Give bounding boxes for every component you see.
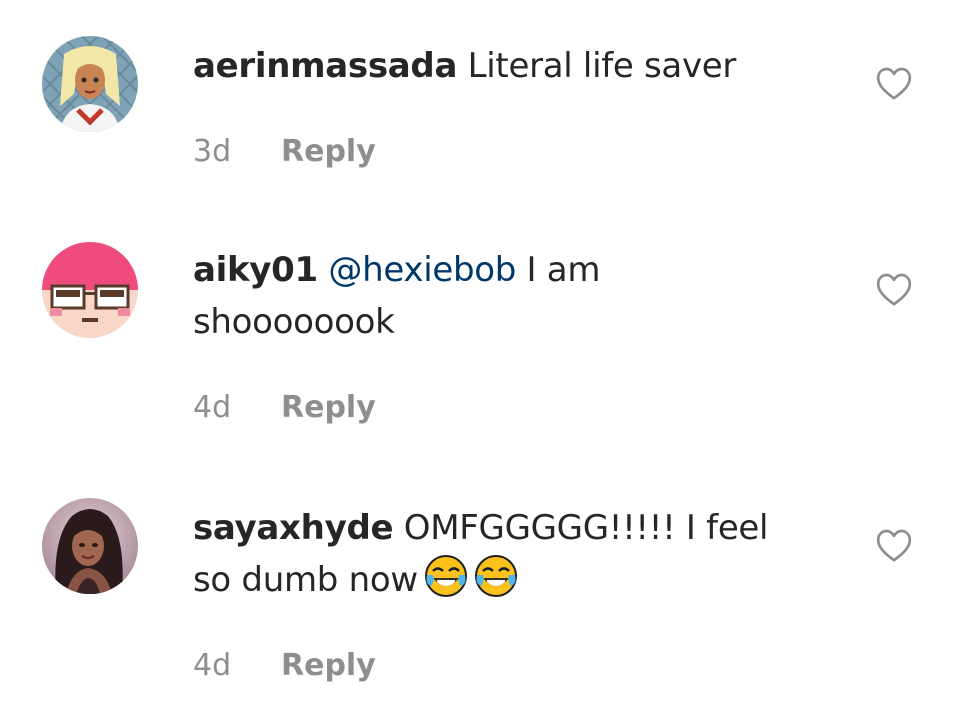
reply-button[interactable]: Reply — [281, 134, 376, 169]
avatar[interactable] — [42, 36, 138, 132]
face-with-tears-of-joy-emoji — [424, 554, 468, 598]
like-button[interactable] — [874, 526, 914, 566]
photo-portrait-avatar — [42, 498, 138, 594]
reply-button[interactable]: Reply — [281, 390, 376, 425]
comment-meta: 4d Reply — [193, 646, 376, 686]
face-with-tears-of-joy-emoji — [474, 554, 518, 598]
heart-outline-icon — [876, 529, 912, 562]
heart-outline-icon — [876, 67, 912, 100]
comment-timestamp[interactable]: 4d — [193, 388, 281, 428]
cartoon-blonde-avatar — [42, 36, 138, 132]
comment-body: aiky01 @hexiebob I am shoooooook — [193, 244, 653, 348]
comment-meta: 4d Reply — [193, 388, 376, 428]
comment-timestamp[interactable]: 4d — [193, 646, 281, 686]
pink-pixel-glasses-avatar — [42, 242, 138, 338]
comment-meta: 3d Reply — [193, 132, 376, 172]
comment-timestamp[interactable]: 3d — [193, 132, 281, 172]
avatar[interactable] — [42, 498, 138, 594]
comment-username[interactable]: aerinmassada — [193, 46, 457, 86]
comment-text: Literal life saver — [467, 46, 737, 86]
comment-body: aerinmassada Literal life saver — [193, 40, 833, 92]
comment-username[interactable]: aiky01 — [193, 250, 318, 290]
like-button[interactable] — [874, 270, 914, 310]
comment-item: aiky01 @hexiebob I am shoooooook 4d Reply — [0, 200, 980, 460]
comment-item: aerinmassada Literal life saver 3d Reply — [0, 0, 980, 200]
comment-body: sayaxhyde OMFGGGGG!!!!! I feel so dumb n… — [193, 502, 813, 606]
comment-item: sayaxhyde OMFGGGGG!!!!! I feel so dumb n… — [0, 460, 980, 705]
heart-outline-icon — [876, 273, 912, 306]
avatar[interactable] — [42, 242, 138, 338]
comment-username[interactable]: sayaxhyde — [193, 508, 394, 548]
reply-button[interactable]: Reply — [281, 648, 376, 683]
comment-mention-link[interactable]: @hexiebob — [328, 250, 516, 290]
like-button[interactable] — [874, 64, 914, 104]
